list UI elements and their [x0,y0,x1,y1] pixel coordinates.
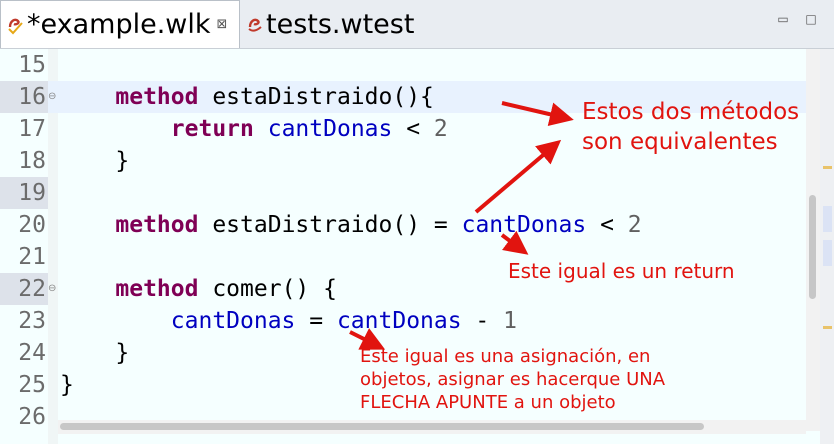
identifier: cantDonas [170,308,296,334]
code-text: method comer() { [60,273,337,305]
line-number: 15 [18,52,46,78]
line-number: 21 [18,244,46,270]
overview-warning-marker[interactable] [823,326,832,329]
line-number: 25 [18,372,46,398]
code-text: method estaDistraido() = cantDonas < 2 [60,209,642,241]
line-number: 24 [18,340,46,366]
keyword: return [170,116,254,142]
overview-marker[interactable] [823,240,832,266]
method-signature: estaDistraido(){ [198,84,434,110]
identifier: cantDonas [336,308,462,334]
code-line: 15 [0,49,806,81]
annotation-line: Este igual es un return [508,259,735,283]
code-line: 23 cantDonas = cantDonas - 1 [0,305,806,337]
line-number: 23 [18,308,46,334]
keyword: method [115,276,199,302]
operator: = [295,308,337,334]
operator: - [461,308,504,334]
annotation-line: FLECHA APUNTE a un objeto [360,392,616,413]
overview-warning-marker[interactable] [823,166,832,169]
line-number: 20 [18,212,46,238]
minimize-icon: ▭ [777,12,789,26]
wollok-file-icon [5,14,27,36]
line-number: 18 [18,148,46,174]
operator: < [586,212,628,238]
annotation-line: Estos dos métodos [582,99,800,125]
editor-tab-bar: *example.wlk ⊠ tests.wtest ▭ □ [0,0,834,49]
annotation-equals-assignment: Este igual es una asignación, en objetos… [360,345,665,414]
code-text: return cantDonas < 2 [60,113,448,145]
code-text: } [60,145,129,177]
number-literal: 2 [627,212,642,238]
keyword: method [115,84,199,110]
wollok-test-icon [244,13,266,35]
close-tab-icon[interactable]: ⊠ [217,17,228,32]
line-number: 22 [0,273,48,305]
tab-tests-wtest[interactable]: tests.wtest [240,0,430,48]
code-line: 19 [0,177,806,209]
tab-example-wlk[interactable]: *example.wlk ⊠ [0,0,240,48]
brace: } [60,372,74,398]
fold-collapse-icon[interactable]: ⊖ [48,91,56,102]
code-text: } [60,369,74,401]
code-text: method estaDistraido(){ [60,81,434,113]
keyword: method [115,212,199,238]
vertical-scroll-thumb[interactable] [809,195,816,299]
brace: } [115,148,130,174]
number-literal: 2 [433,116,448,142]
annotation-equals-return: Este igual es un return [508,258,735,284]
tab-label: *example.wlk [27,9,211,40]
annotation-line: son equivalentes [582,129,778,155]
fold-collapse-icon[interactable]: ⊖ [48,283,56,294]
annotation-line: Este igual es una asignación, en [360,346,651,367]
horizontal-scroll-thumb[interactable] [60,423,704,430]
method-signature: estaDistraido() = [198,212,462,238]
maximize-icon: □ [805,12,817,26]
maximize-button[interactable]: □ [798,8,824,30]
annotation-equivalent-methods: Estos dos métodos son equivalentes [582,97,799,157]
line-number: 16 [0,81,48,113]
minimize-button[interactable]: ▭ [770,8,796,30]
identifier: cantDonas [267,116,393,142]
number-literal: 1 [503,308,517,334]
annotation-line: objetos, asignar es hacerque UNA [360,369,666,390]
method-signature: comer() { [198,276,337,302]
line-number: 19 [0,177,48,209]
identifier: cantDonas [461,212,587,238]
line-number: 26 [18,404,46,430]
code-text: cantDonas = cantDonas - 1 [60,305,517,337]
code-line: 20 method estaDistraido() = cantDonas < … [0,209,806,241]
line-number: 17 [18,116,46,142]
brace: } [115,340,130,366]
operator: < [392,116,434,142]
overview-marker[interactable] [823,206,832,232]
tab-label: tests.wtest [266,8,415,40]
code-text: } [60,337,129,369]
